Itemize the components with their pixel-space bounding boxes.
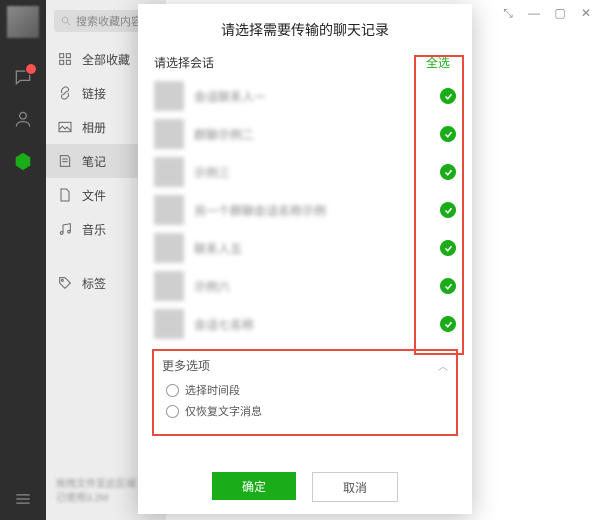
- dialog-actions: 确定 取消: [138, 458, 472, 514]
- chevron-up-icon: ︿: [438, 358, 448, 373]
- favorites-icon[interactable]: [12, 150, 34, 172]
- sidebar-item-label: 链接: [82, 85, 106, 102]
- sidebar-item-label: 全部收藏: [82, 51, 130, 68]
- radio-icon: [166, 405, 179, 418]
- grid-icon: [56, 51, 74, 67]
- ok-button[interactable]: 确定: [212, 472, 296, 500]
- menu-icon[interactable]: [12, 488, 34, 510]
- sidebar-item-label: 文件: [82, 187, 106, 204]
- avatar-thumb: [154, 81, 184, 111]
- avatar-thumb: [154, 157, 184, 187]
- more-options-header[interactable]: 更多选项 ︿: [162, 357, 448, 374]
- avatar[interactable]: [7, 6, 39, 38]
- close-icon[interactable]: ✕: [580, 6, 592, 21]
- conversation-row[interactable]: 联系人五: [154, 229, 462, 267]
- check-icon[interactable]: [440, 316, 456, 332]
- unread-badge: [25, 63, 37, 75]
- option-label: 仅恢复文字消息: [185, 403, 262, 419]
- sidebar-item-label: 标签: [82, 275, 106, 292]
- check-icon[interactable]: [440, 88, 456, 104]
- check-icon[interactable]: [440, 240, 456, 256]
- image-icon: [56, 119, 74, 135]
- music-icon: [56, 221, 74, 237]
- option-time-range[interactable]: 选择时间段: [166, 382, 444, 398]
- tag-icon: [56, 275, 74, 291]
- minimize-icon[interactable]: —: [528, 6, 540, 21]
- avatar-thumb: [154, 309, 184, 339]
- avatar-thumb: [154, 119, 184, 149]
- conversation-row[interactable]: 示例三: [154, 153, 462, 191]
- conversation-row[interactable]: 另一个群聊会话名称示例: [154, 191, 462, 229]
- conversation-name: 会话联系人一: [194, 88, 440, 105]
- more-options-label: 更多选项: [162, 357, 210, 374]
- sidebar-item-label: 音乐: [82, 221, 106, 238]
- left-rail: [0, 0, 46, 520]
- conversation-name: 示例三: [194, 164, 440, 181]
- contacts-icon[interactable]: [12, 108, 34, 130]
- avatar-thumb: [154, 271, 184, 301]
- sidebar-item-label: 相册: [82, 119, 106, 136]
- check-icon[interactable]: [440, 164, 456, 180]
- search-placeholder: 搜索收藏内容: [76, 13, 142, 29]
- search-icon: [60, 15, 72, 27]
- check-icon[interactable]: [440, 202, 456, 218]
- conversation-name: 会话七名称: [194, 316, 440, 333]
- cancel-button[interactable]: 取消: [312, 472, 398, 502]
- transfer-dialog: 请选择需要传输的聊天记录 请选择会话 全选 会话联系人一 群聊示例二 示例三: [138, 4, 472, 514]
- option-text-only[interactable]: 仅恢复文字消息: [166, 403, 444, 419]
- more-options-panel: 更多选项 ︿ 选择时间段 仅恢复文字消息: [152, 349, 458, 436]
- avatar-thumb: [154, 233, 184, 263]
- conversation-header: 请选择会话 全选: [138, 54, 472, 71]
- conversation-name: 另一个群聊会话名称示例: [194, 202, 440, 219]
- pin-icon[interactable]: ⤡: [502, 6, 514, 21]
- maximize-icon[interactable]: ▢: [554, 6, 566, 21]
- select-all-link[interactable]: 全选: [426, 54, 450, 71]
- conv-header-label: 请选择会话: [154, 54, 214, 71]
- check-icon[interactable]: [440, 278, 456, 294]
- conversation-row[interactable]: 会话七名称: [154, 305, 462, 343]
- check-icon[interactable]: [440, 126, 456, 142]
- conversation-name: 群聊示例二: [194, 126, 440, 143]
- link-icon: [56, 85, 74, 101]
- window-controls: ⤡ — ▢ ✕: [502, 6, 592, 21]
- avatar-thumb: [154, 195, 184, 225]
- option-label: 选择时间段: [185, 382, 240, 398]
- note-icon: [56, 153, 74, 169]
- conversation-row[interactable]: 群聊示例二: [154, 115, 462, 153]
- conversation-list: 会话联系人一 群聊示例二 示例三 另一个群聊会话名称示例 联系人五: [138, 77, 472, 343]
- conversation-row[interactable]: 示例六: [154, 267, 462, 305]
- dialog-title: 请选择需要传输的聊天记录: [138, 4, 472, 54]
- sidebar-item-label: 笔记: [82, 153, 106, 170]
- conversation-row[interactable]: 会话联系人一: [154, 77, 462, 115]
- conversation-name: 示例六: [194, 278, 440, 295]
- app-root: 搜索收藏内容 全部收藏 链接 相册 笔记 文件 音乐 标签: [0, 0, 600, 520]
- chat-icon[interactable]: [12, 66, 34, 88]
- conversation-name: 联系人五: [194, 240, 440, 257]
- file-icon: [56, 187, 74, 203]
- radio-icon: [166, 384, 179, 397]
